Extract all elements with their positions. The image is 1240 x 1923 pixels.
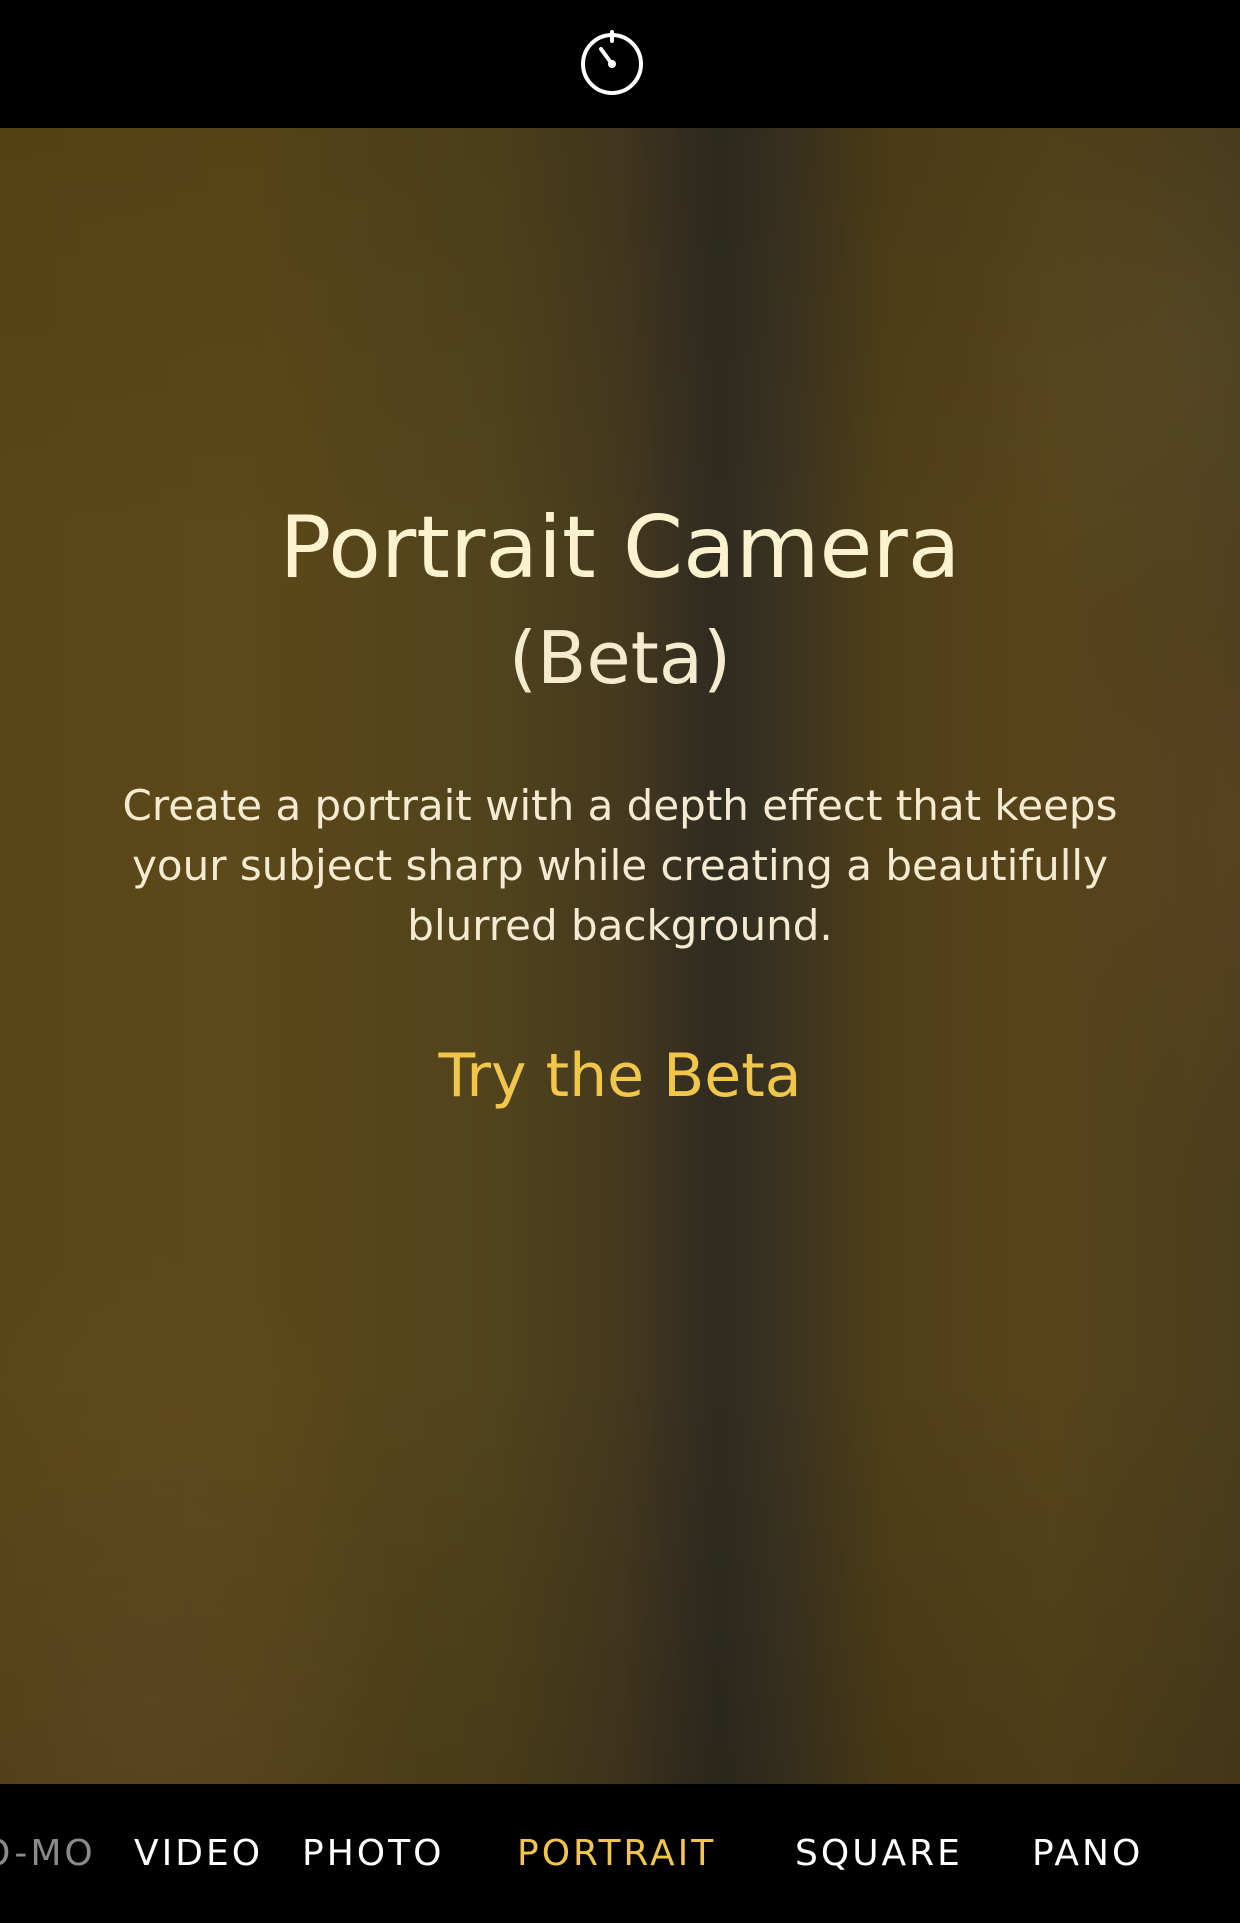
mode-square[interactable]: SQUARE — [795, 1784, 963, 1923]
top-bar — [0, 0, 1240, 128]
mode-photo[interactable]: PHOTO — [302, 1784, 444, 1923]
feature-subtitle: (Beta) — [508, 616, 732, 700]
timer-icon[interactable] — [579, 29, 645, 95]
mode-selector[interactable]: O-MO VIDEO PHOTO PORTRAIT SQUARE PANO — [0, 1784, 1240, 1923]
camera-screen: Portrait Camera (Beta) Create a portrait… — [0, 0, 1240, 1923]
feature-title: Portrait Camera — [279, 498, 961, 598]
viewfinder[interactable]: Portrait Camera (Beta) Create a portrait… — [0, 128, 1240, 1784]
viewfinder-shade — [0, 128, 1240, 1784]
mode-portrait[interactable]: PORTRAIT — [517, 1784, 716, 1923]
try-beta-button[interactable]: Try the Beta — [420, 1036, 820, 1116]
feature-description: Create a portrait with a depth effect th… — [122, 781, 1118, 950]
mode-video[interactable]: VIDEO — [134, 1784, 263, 1923]
mode-slo-mo[interactable]: O-MO — [0, 1784, 96, 1923]
mode-pano[interactable]: PANO — [1032, 1784, 1143, 1923]
